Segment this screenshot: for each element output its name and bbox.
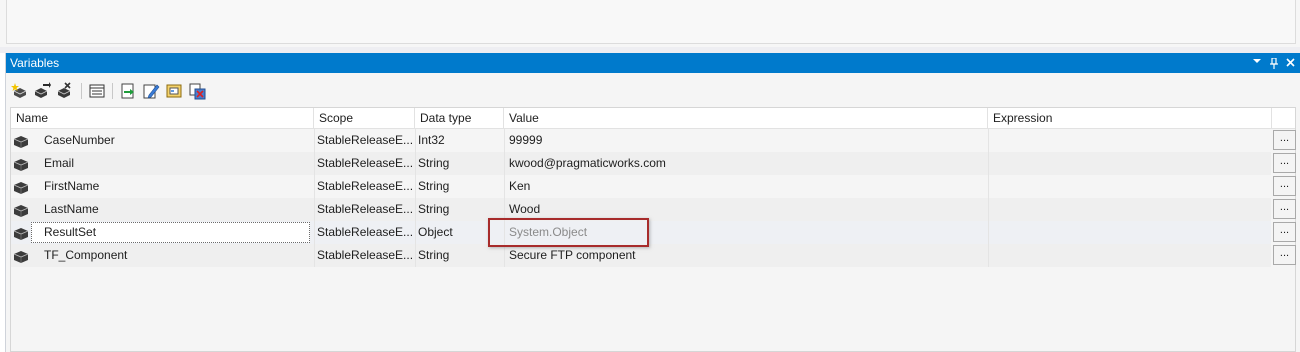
edit-expression-icon[interactable] xyxy=(142,82,160,100)
variables-grid: Name Scope Data type Value Expression Ca… xyxy=(10,107,1296,352)
evaluate-icon[interactable] xyxy=(165,82,183,100)
variable-data-type[interactable]: String xyxy=(418,244,508,267)
table-row[interactable]: TF_Component StableReleaseE... String Se… xyxy=(11,244,1271,267)
variable-value[interactable]: System.Object xyxy=(509,221,989,244)
variable-icon xyxy=(13,203,29,217)
variable-data-type[interactable]: Int32 xyxy=(418,129,508,152)
designer-surface xyxy=(0,0,1300,47)
variable-icon xyxy=(13,180,29,194)
variable-scope[interactable]: StableReleaseE... xyxy=(317,221,412,244)
variable-data-type[interactable]: String xyxy=(418,198,508,221)
column-header-expression[interactable]: Expression xyxy=(988,108,1272,129)
toolbar-separator xyxy=(81,83,82,99)
variable-expression[interactable] xyxy=(992,152,1272,175)
parameterize-icon[interactable] xyxy=(188,82,206,100)
expression-builder-button[interactable]: ... xyxy=(1273,153,1296,173)
table-row[interactable]: CaseNumber StableReleaseE... Int32 99999 xyxy=(11,129,1271,152)
variables-toolbar xyxy=(6,75,1300,105)
expression-builder-button[interactable]: ... xyxy=(1273,176,1296,196)
expression-builder-button[interactable]: ... xyxy=(1273,199,1296,219)
table-row-selected[interactable]: ResultSet StableReleaseE... Object Syste… xyxy=(11,221,1271,244)
window-position-dropdown-icon[interactable] xyxy=(1250,55,1264,70)
variable-scope[interactable]: StableReleaseE... xyxy=(317,129,412,152)
variable-icon xyxy=(13,134,29,148)
variable-value[interactable]: 99999 xyxy=(509,129,989,152)
variable-expression[interactable] xyxy=(992,129,1272,152)
delete-variable-icon[interactable] xyxy=(56,82,74,100)
variable-icon xyxy=(13,226,29,240)
variable-data-type[interactable]: String xyxy=(418,152,508,175)
variable-value[interactable]: Ken xyxy=(509,175,989,198)
add-variable-icon[interactable] xyxy=(11,82,29,100)
table-row[interactable]: FirstName StableReleaseE... String Ken xyxy=(11,175,1271,198)
table-row[interactable]: LastName StableReleaseE... String Wood xyxy=(11,198,1271,221)
column-divider xyxy=(415,129,416,267)
tool-window-title-bar: Variables xyxy=(6,53,1300,73)
expression-builder-button[interactable]: ... xyxy=(1273,222,1296,242)
variable-icon xyxy=(13,157,29,171)
variable-name[interactable]: ResultSet xyxy=(44,221,304,244)
expression-icon[interactable] xyxy=(119,82,137,100)
variable-data-type[interactable]: Object xyxy=(418,221,508,244)
variable-expression[interactable] xyxy=(992,244,1272,267)
variable-name[interactable]: FirstName xyxy=(44,175,304,198)
variable-name[interactable]: CaseNumber xyxy=(44,129,304,152)
close-icon[interactable] xyxy=(1283,55,1297,70)
variable-scope[interactable]: StableReleaseE... xyxy=(317,152,412,175)
variable-name[interactable]: TF_Component xyxy=(44,244,304,267)
variable-scope[interactable]: StableReleaseE... xyxy=(317,198,412,221)
table-row[interactable]: Email StableReleaseE... String kwood@pra… xyxy=(11,152,1271,175)
column-divider xyxy=(988,129,989,267)
designer-canvas xyxy=(6,0,1296,44)
column-header-scope[interactable]: Scope xyxy=(314,108,415,129)
column-header-data-type[interactable]: Data type xyxy=(415,108,504,129)
expression-builder-button[interactable]: ... xyxy=(1273,130,1296,150)
column-header-name[interactable]: Name xyxy=(11,108,314,129)
variable-value[interactable]: Secure FTP component xyxy=(509,244,989,267)
variable-expression[interactable] xyxy=(992,221,1272,244)
expression-builder-button[interactable]: ... xyxy=(1273,245,1296,265)
grid-header: Name Scope Data type Value Expression xyxy=(11,108,1295,129)
variable-value[interactable]: kwood@pragmaticworks.com xyxy=(509,152,989,175)
variable-data-type[interactable]: String xyxy=(418,175,508,198)
variable-name[interactable]: Email xyxy=(44,152,304,175)
variable-name[interactable]: LastName xyxy=(44,198,304,221)
variable-scope[interactable]: StableReleaseE... xyxy=(317,175,412,198)
toolbar-separator xyxy=(112,83,113,99)
move-variable-icon[interactable] xyxy=(33,82,51,100)
variable-scope[interactable]: StableReleaseE... xyxy=(317,244,412,267)
variable-icon xyxy=(13,249,29,263)
variable-expression[interactable] xyxy=(992,175,1272,198)
pin-icon[interactable] xyxy=(1267,55,1281,70)
variable-expression[interactable] xyxy=(992,198,1272,221)
column-divider xyxy=(314,129,315,267)
grid-options-icon[interactable] xyxy=(88,82,106,100)
variable-value[interactable]: Wood xyxy=(509,198,989,221)
variables-tool-window: Variables Name Scope Data type Value Exp… xyxy=(5,53,1300,352)
tool-window-title: Variables xyxy=(10,56,60,70)
column-header-value[interactable]: Value xyxy=(504,108,988,129)
column-divider xyxy=(504,129,505,267)
